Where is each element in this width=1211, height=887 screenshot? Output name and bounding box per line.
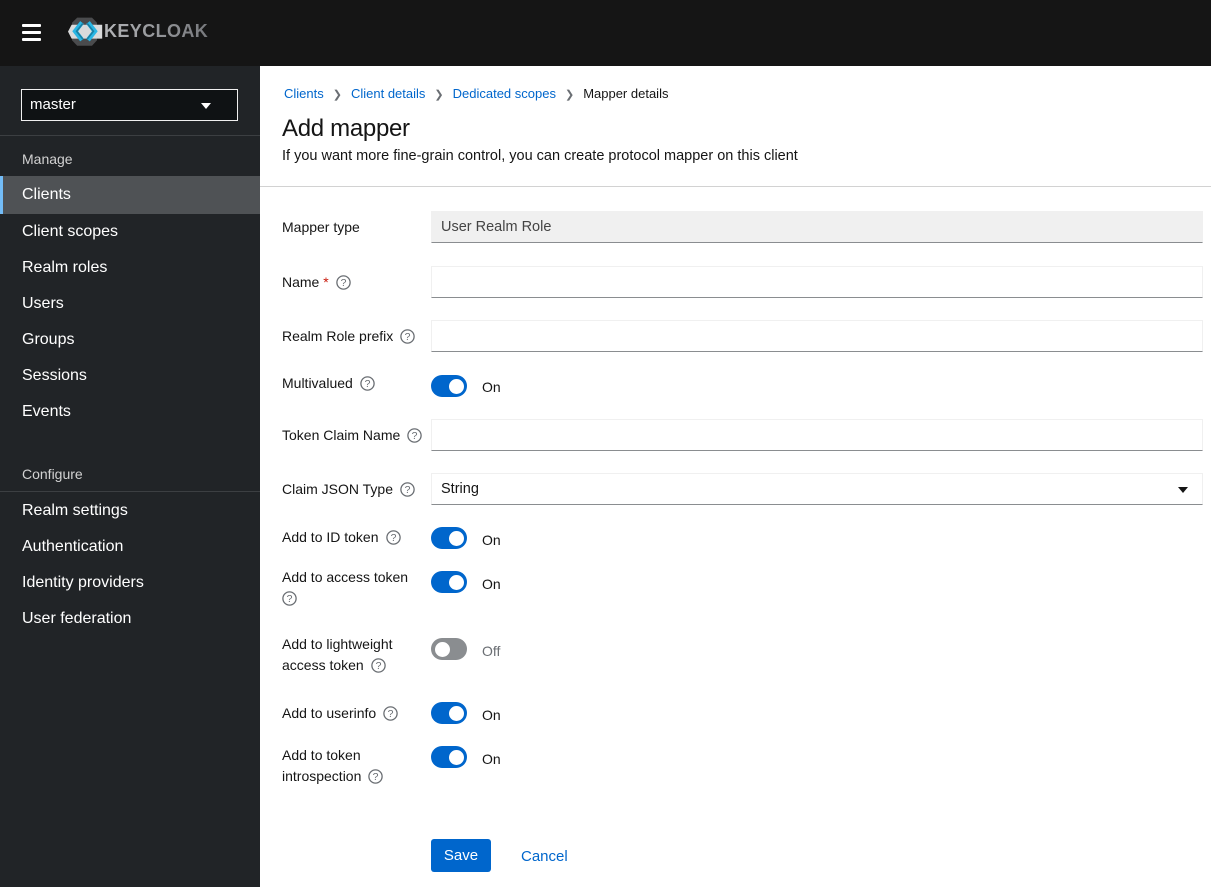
svg-text:?: ? bbox=[364, 378, 370, 390]
svg-text:?: ? bbox=[405, 484, 411, 496]
svg-text:?: ? bbox=[388, 708, 394, 720]
svg-text:?: ? bbox=[340, 277, 346, 289]
svg-text:?: ? bbox=[373, 771, 379, 783]
svg-text:?: ? bbox=[412, 430, 418, 442]
svg-text:?: ? bbox=[390, 532, 396, 544]
svg-text:?: ? bbox=[287, 593, 293, 605]
svg-text:?: ? bbox=[405, 331, 411, 343]
svg-text:?: ? bbox=[375, 660, 381, 672]
